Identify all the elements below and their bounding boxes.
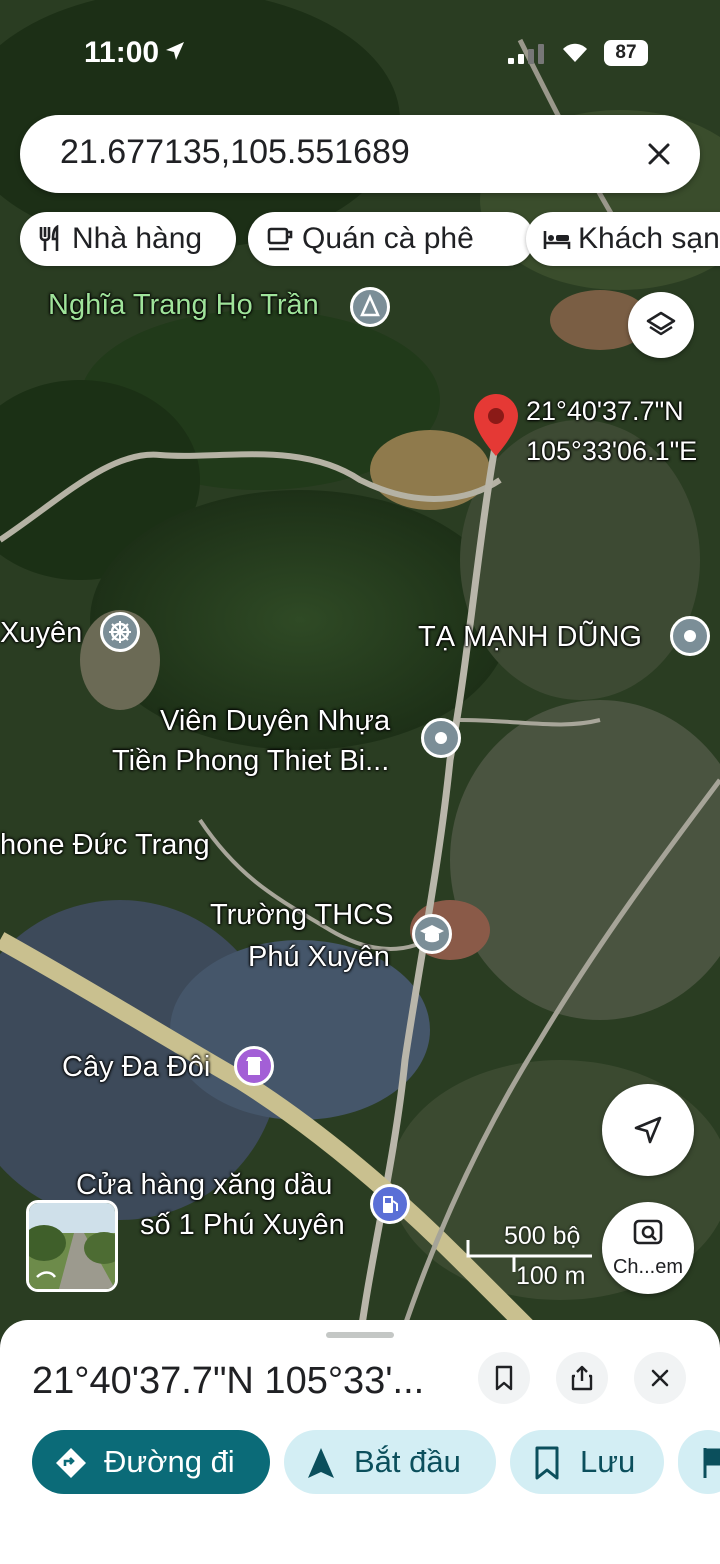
street-view-thumbnail[interactable] — [26, 1200, 118, 1292]
location-pin-icon[interactable] — [474, 394, 518, 456]
status-bar: 11:00 87 — [0, 30, 720, 76]
place-label-cemetery[interactable]: Nghĩa Trang Họ Trần — [48, 286, 319, 324]
place-icon[interactable] — [670, 616, 710, 656]
directions-icon — [56, 1448, 86, 1478]
search-bar[interactable]: 21.677135,105.551689 — [20, 115, 700, 193]
share-button[interactable] — [556, 1352, 608, 1404]
gas-station-icon[interactable] — [370, 1184, 410, 1224]
location-services-icon — [166, 42, 184, 60]
category-chips: Nhà hàng Quán cà phê Khách sạn — [20, 212, 720, 266]
place-label-school-line2[interactable]: Phú Xuyên — [248, 938, 390, 976]
place-icon[interactable] — [421, 718, 461, 758]
place-label-vien-duyen-line2[interactable]: Tiền Phong Thiet Bi... — [112, 742, 389, 780]
pin-longitude: 105°33'06.1"E — [526, 436, 698, 466]
place-label-duc-trang[interactable]: hone Đức Trang — [0, 826, 210, 864]
hotel-icon — [543, 231, 571, 249]
place-label-school-line1[interactable]: Trường THCS — [210, 896, 393, 934]
chip-label: Nhà hàng — [72, 222, 203, 255]
school-icon[interactable] — [412, 914, 452, 954]
coffee-icon — [267, 227, 293, 251]
start-label: Bắt đầu — [354, 1444, 461, 1479]
save-button[interactable]: Lưu — [510, 1430, 664, 1494]
dharma-wheel-icon[interactable] — [100, 612, 140, 652]
layers-icon — [646, 311, 676, 336]
flag-icon — [703, 1448, 720, 1478]
start-button[interactable]: Bắt đầu — [284, 1430, 496, 1494]
place-label-cay-da-doi[interactable]: Cây Đa Đôi — [62, 1048, 210, 1086]
status-time: 11:00 — [84, 36, 160, 69]
satellite-map[interactable]: 21°40'37.7"N 105°33'06.1"E Nghĩa Trang H… — [0, 0, 720, 1340]
lens-button[interactable]: Ch...em — [602, 1202, 694, 1294]
chip-hotels[interactable]: Khách sạn — [526, 212, 720, 266]
place-label-gas-line2[interactable]: số 1 Phú Xuyên — [140, 1206, 345, 1244]
chip-cafes[interactable]: Quán cà phê — [248, 212, 534, 266]
pin-latitude: 21°40'37.7"N — [526, 396, 684, 426]
place-title: 21°40'37.7"N 105°33'... — [32, 1360, 425, 1402]
place-label-xuyen[interactable]: Xuyên — [0, 614, 82, 652]
battery-indicator: 87 — [604, 40, 648, 66]
save-icon-button[interactable] — [478, 1352, 530, 1404]
search-query[interactable]: 21.677135,105.551689 — [60, 133, 410, 172]
landmark-icon[interactable] — [234, 1046, 274, 1086]
drag-handle[interactable] — [326, 1332, 394, 1338]
map-scale: 500 bộ 100 m — [466, 1222, 596, 1292]
close-sheet-button[interactable] — [634, 1352, 686, 1404]
lens-label: Ch...em — [612, 1256, 684, 1278]
place-label-vien-duyen-line1[interactable]: Viên Duyên Nhựa — [160, 702, 390, 740]
chip-label: Quán cà phê — [302, 222, 474, 255]
camera-search-icon — [633, 1219, 663, 1245]
close-icon — [651, 1369, 669, 1387]
wifi-icon — [563, 43, 587, 62]
navigation-arrow-icon — [634, 1116, 662, 1144]
share-icon — [571, 1365, 593, 1391]
place-sheet[interactable]: 21°40'37.7"N 105°33'... Đường đi Bắt đầu… — [0, 1320, 720, 1564]
cellular-signal-icon — [508, 44, 544, 64]
scale-metric: 100 m — [516, 1262, 586, 1290]
more-actions-button[interactable] — [678, 1430, 720, 1494]
my-location-button[interactable] — [602, 1084, 694, 1176]
place-label-gas-line1[interactable]: Cửa hàng xăng dầu — [76, 1166, 332, 1204]
chip-restaurants[interactable]: Nhà hàng — [20, 212, 236, 266]
cemetery-icon[interactable] — [350, 287, 390, 327]
save-label: Lưu — [580, 1444, 636, 1479]
bookmark-icon — [535, 1446, 559, 1480]
close-icon[interactable] — [642, 137, 676, 171]
bookmark-icon — [495, 1365, 513, 1391]
place-label-ta-manh-dung[interactable]: TẠ MẠNH DŨNG — [418, 618, 642, 656]
street-view-image — [29, 1203, 115, 1289]
restaurant-icon — [39, 225, 59, 251]
layers-button[interactable] — [628, 292, 694, 358]
chip-label: Khách sạn — [578, 222, 720, 255]
directions-label: Đường đi — [104, 1444, 235, 1479]
navigation-icon — [308, 1448, 334, 1478]
directions-button[interactable]: Đường đi — [32, 1430, 270, 1494]
